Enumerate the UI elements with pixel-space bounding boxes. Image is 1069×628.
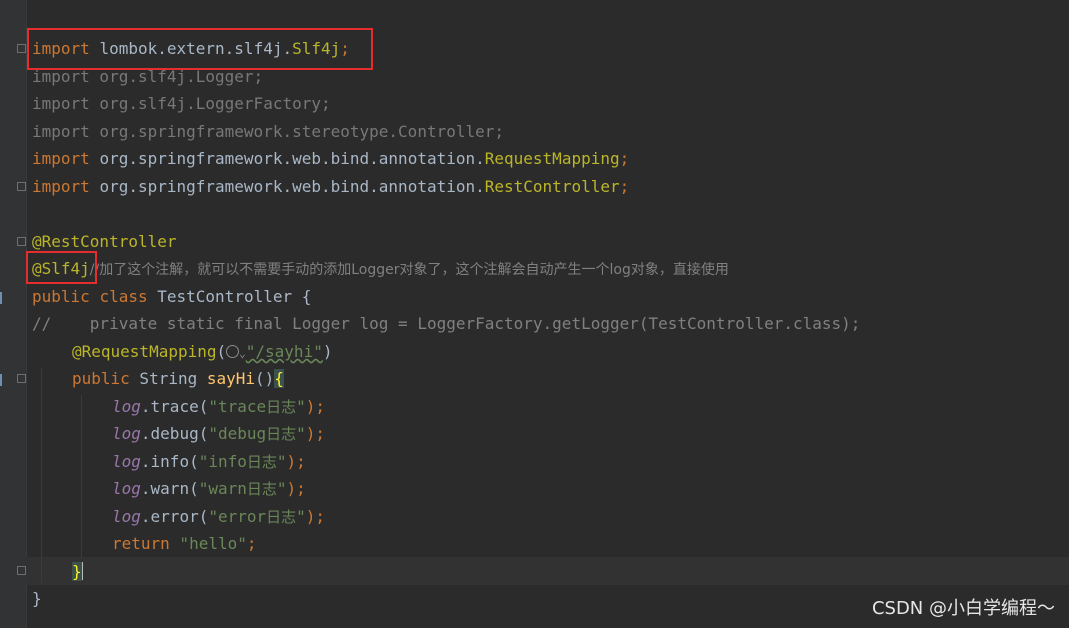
- log-call-line: log.debug("debug日志");: [112, 420, 325, 447]
- string-literal-cn: 日志: [266, 398, 297, 416]
- log-call-line: log.warn("warn日志");: [112, 475, 306, 502]
- method-name: sayHi: [206, 369, 256, 388]
- string-literal: "error: [208, 507, 267, 526]
- editor-gutter: [0, 0, 27, 628]
- log-variable: log: [112, 397, 141, 416]
- class-name: Slf4j: [292, 39, 341, 58]
- package-name: org.springframework.web.bind.annotation.: [99, 149, 485, 168]
- paren: ): [322, 342, 333, 361]
- keyword: import: [32, 177, 90, 196]
- code-line-1: import lombok.extern.slf4j.Slf4j;: [32, 35, 350, 62]
- keyword: import: [32, 149, 90, 168]
- string-literal-cn: 日志: [246, 480, 277, 498]
- keyword: public: [32, 287, 90, 306]
- string-literal: "warn: [198, 479, 247, 498]
- code-line-8: @RestController: [32, 232, 177, 251]
- indent-guide: [41, 368, 42, 583]
- semicolon: );: [305, 397, 326, 416]
- indent-guide: [81, 395, 82, 558]
- log-variable: log: [112, 424, 141, 443]
- text-cursor: [81, 562, 83, 580]
- request-mapping-gutter-icon[interactable]: [0, 374, 8, 386]
- keyword: return: [112, 534, 170, 553]
- matched-brace: }: [72, 562, 82, 581]
- log-call-line: log.error("error日志");: [112, 503, 325, 530]
- code-line-4: import org.springframework.stereotype.Co…: [32, 122, 505, 141]
- parens: (): [255, 369, 275, 388]
- semicolon: ;: [619, 177, 630, 196]
- log-call-line: log.trace("trace日志");: [112, 393, 325, 420]
- log-method: .debug(: [140, 424, 209, 443]
- log-variable: log: [112, 452, 141, 471]
- fold-marker-imports-start[interactable]: [17, 44, 26, 53]
- semicolon: ;: [246, 534, 257, 553]
- string-quote: ": [296, 507, 306, 526]
- code-line-method-close: }: [72, 558, 83, 585]
- keyword: class: [99, 287, 148, 306]
- string-literal-cn: 日志: [266, 508, 297, 526]
- log-variable: log: [112, 507, 141, 526]
- code-line-9: @Slf4j//加了这个注解，就可以不需要手动的添加Logger对象了，这个注解…: [32, 255, 729, 282]
- log-method: .info(: [140, 452, 199, 471]
- code-line-13: public String sayHi(){: [72, 365, 284, 392]
- class-name: TestController: [157, 287, 293, 306]
- string-literal: "hello": [169, 534, 247, 553]
- matched-brace: {: [274, 369, 284, 388]
- csdn-watermark: CSDN @小白学编程～: [871, 598, 1055, 619]
- string-quote: ": [296, 424, 306, 443]
- implementation-gutter-icon[interactable]: [0, 292, 8, 304]
- code-line-return: return "hello";: [112, 530, 257, 557]
- string-quote: ": [296, 397, 306, 416]
- package-name: lombok.extern.slf4j.: [99, 39, 293, 58]
- string-literal-cn: 日志: [266, 425, 297, 443]
- return-type: String: [129, 369, 207, 388]
- code-line-2: import org.slf4j.Logger;: [32, 67, 264, 86]
- semicolon: );: [305, 424, 326, 443]
- fold-marker-class-start[interactable]: [17, 237, 26, 246]
- class-name: RequestMapping: [484, 149, 620, 168]
- package-name: org.springframework.web.bind.annotation.: [99, 177, 485, 196]
- fold-marker-method-end[interactable]: [17, 566, 26, 575]
- semicolon: );: [286, 479, 306, 498]
- semicolon: ;: [619, 149, 630, 168]
- request-path[interactable]: "/sayhi": [246, 342, 323, 361]
- code-line-class-close: }: [32, 589, 42, 608]
- code-comment: //加了这个注解，就可以不需要手动的添加Logger对象了，这个注解会自动产生一…: [89, 262, 729, 278]
- code-line-10: public class TestController {: [32, 283, 311, 310]
- code-line-11: // private static final Logger log = Log…: [32, 314, 861, 333]
- code-line-12: @RequestMapping( ⌄"/sayhi"): [72, 338, 332, 365]
- log-method: .trace(: [140, 397, 209, 416]
- request-mapping-annotation: @RequestMapping: [72, 342, 217, 361]
- log-method: .warn(: [140, 479, 199, 498]
- code-editor[interactable]: import lombok.extern.slf4j.Slf4j; import…: [26, 0, 1069, 628]
- keyword: public: [72, 369, 130, 388]
- paren: (: [216, 342, 227, 361]
- chevron-down-icon[interactable]: ⌄: [239, 347, 246, 360]
- code-line-6: import org.springframework.web.bind.anno…: [32, 173, 629, 200]
- code-line-3: import org.slf4j.LoggerFactory;: [32, 94, 331, 113]
- log-call-line: log.info("info日志");: [112, 448, 306, 475]
- string-literal: "info: [198, 452, 247, 471]
- fold-marker-imports-end[interactable]: [17, 182, 26, 191]
- semicolon: );: [286, 452, 306, 471]
- brace: {: [292, 287, 312, 306]
- fold-marker-method-start[interactable]: [17, 374, 26, 383]
- globe-icon[interactable]: [226, 345, 240, 358]
- string-literal: "trace: [208, 397, 267, 416]
- string-literal-cn: 日志: [246, 453, 277, 471]
- string-literal: "debug: [208, 424, 267, 443]
- string-quote: ": [276, 452, 287, 471]
- log-method: .error(: [140, 507, 209, 526]
- code-line-5: import org.springframework.web.bind.anno…: [32, 145, 629, 172]
- slf4j-annotation: @Slf4j: [32, 259, 90, 278]
- keyword: import: [32, 39, 90, 58]
- class-name: RestController: [484, 177, 620, 196]
- semicolon: );: [305, 507, 326, 526]
- log-variable: log: [112, 479, 141, 498]
- semicolon: ;: [340, 39, 350, 58]
- string-quote: ": [276, 479, 287, 498]
